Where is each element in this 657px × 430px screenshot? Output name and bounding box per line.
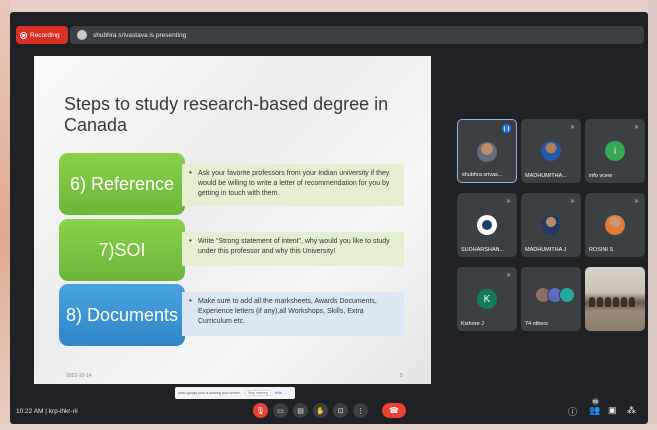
- recording-indicator[interactable]: Recording: [16, 26, 68, 44]
- mic-off-icon: ✕: [633, 199, 639, 205]
- shared-slide: Steps to study research-based degree in …: [34, 56, 431, 384]
- mic-off-icon: ✕: [569, 199, 575, 205]
- participant-tile[interactable]: ✕ MADHUMITHA J: [521, 193, 581, 257]
- page-background-right: [648, 0, 657, 430]
- participant-name: Kishore J: [461, 321, 484, 327]
- participant-tile[interactable]: ❙❙ shubhra srivas...: [457, 119, 517, 183]
- camera-icon[interactable]: ▭: [273, 403, 288, 418]
- current-time: 10:22 AM: [16, 408, 44, 415]
- participant-tile[interactable]: ✕ K Kishore J: [457, 267, 517, 331]
- slide-date: 2022-10-14: [66, 373, 92, 379]
- meeting-info: 10:22 AM | krp-ihkr-rii: [16, 408, 78, 415]
- raise-hand-icon[interactable]: ✋: [313, 403, 328, 418]
- participant-tile[interactable]: ✕ i info vcew: [585, 119, 645, 183]
- participant-avatar: K: [477, 289, 497, 309]
- participant-count-badge: 85: [592, 398, 599, 405]
- participant-name: MADHUMITHA...: [525, 173, 567, 179]
- participant-tile[interactable]: ✕ SUDHARSHAN...: [457, 193, 517, 257]
- recording-label: Recording: [30, 31, 60, 39]
- participant-tile[interactable]: ✕ ROSINI S: [585, 193, 645, 257]
- info-separator: |: [45, 408, 47, 415]
- activities-icon[interactable]: ⁂: [627, 405, 636, 416]
- people-icon[interactable]: 👥: [589, 405, 600, 416]
- participant-avatar: [477, 142, 497, 162]
- participant-avatar: [605, 215, 625, 235]
- stop-sharing-button[interactable]: Stop sharing: [245, 390, 271, 396]
- step-reference-box: 6) Reference: [59, 153, 185, 215]
- meet-window: Recording shubhra srivastava is presenti…: [10, 12, 648, 424]
- others-tile[interactable]: 74 others: [521, 267, 581, 331]
- step-soi-box: 7)SOI: [59, 219, 185, 281]
- mic-off-icon: ✕: [633, 125, 639, 131]
- others-count-label: 74 others: [525, 321, 548, 327]
- self-view-people: [589, 297, 635, 307]
- page-background-bottom: [0, 424, 657, 430]
- participant-tile[interactable]: ✕ MADHUMITHA...: [521, 119, 581, 183]
- participant-avatar: [477, 215, 497, 235]
- mic-off-icon[interactable]: 🎙: [253, 403, 268, 418]
- participant-name: MADHUMITHA J: [525, 247, 567, 253]
- step-documents-box: 8) Documents: [59, 284, 185, 346]
- hide-notice-button[interactable]: Hide: [275, 391, 282, 395]
- participant-avatar: [541, 141, 561, 161]
- participant-name: ROSINI S: [589, 247, 614, 253]
- share-notice-text: meet.google.com is sharing your screen.: [178, 391, 242, 395]
- chat-icon[interactable]: ▣: [608, 405, 617, 416]
- step-soi-text: Write “Strong statement of intent”, why …: [182, 232, 404, 266]
- mic-off-icon: ✕: [505, 199, 511, 205]
- participant-avatar: i: [605, 141, 625, 161]
- end-call-icon[interactable]: ☎: [382, 403, 406, 418]
- others-avatars: [535, 287, 575, 303]
- more-options-icon[interactable]: ⋮: [353, 403, 368, 418]
- participant-name: shubhra srivas...: [462, 172, 503, 178]
- page-background-left: [0, 0, 10, 430]
- speaking-icon: ❙❙: [502, 124, 511, 133]
- info-icon[interactable]: ⓘ: [568, 405, 577, 418]
- screen-share-notice: meet.google.com is sharing your screen. …: [175, 387, 295, 399]
- record-icon: [20, 31, 27, 39]
- meeting-code[interactable]: krp-ihkr-rii: [49, 408, 78, 415]
- captions-icon[interactable]: ▤: [293, 403, 308, 418]
- present-icon[interactable]: ⊡: [333, 403, 348, 418]
- mic-off-icon: ✕: [569, 125, 575, 131]
- step-documents-text: Make sure to add all the marksheets, Awa…: [182, 292, 404, 336]
- self-view-tile[interactable]: [585, 267, 645, 331]
- step-reference-text: Ask your favorite professors from your I…: [182, 164, 404, 206]
- page-background-top: [0, 0, 657, 12]
- participant-name: info vcew: [589, 173, 612, 179]
- mic-off-icon: ✕: [505, 273, 511, 279]
- presenter-avatar: [77, 30, 87, 40]
- participant-name: SUDHARSHAN...: [461, 247, 505, 253]
- slide-page-number: 5: [400, 373, 403, 379]
- slide-title: Steps to study research-based degree in …: [64, 94, 389, 135]
- presenting-text: shubhra srivastava is presenting: [93, 31, 187, 39]
- presenting-banner: shubhra srivastava is presenting: [70, 26, 644, 44]
- participant-avatar: [541, 215, 561, 235]
